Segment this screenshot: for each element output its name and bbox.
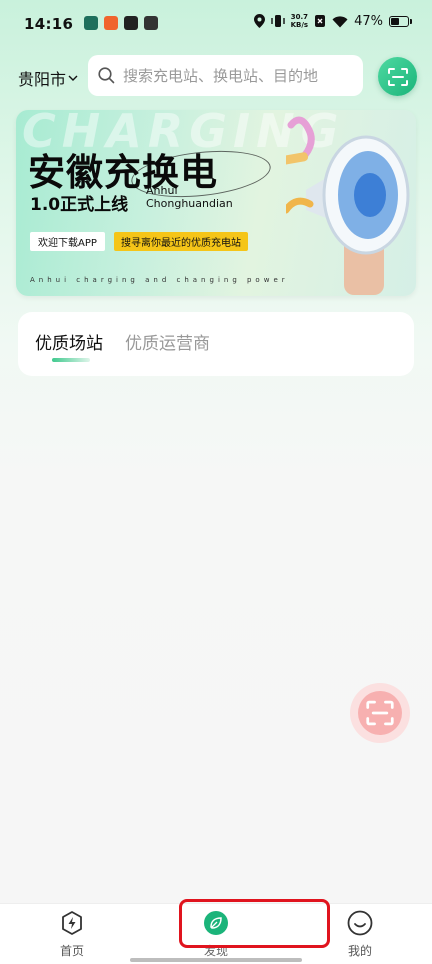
status-app-icons	[84, 16, 158, 30]
smile-icon	[347, 910, 373, 936]
megaphone-illustration	[286, 116, 410, 295]
battery-icon	[389, 15, 412, 27]
vibrate-icon	[270, 15, 285, 27]
net-speed-value: 30.7	[290, 13, 308, 21]
app-notification-icon	[144, 16, 158, 30]
station-tabs-card: 优质场站 优质运营商	[18, 312, 414, 376]
floating-scan-button[interactable]	[350, 683, 410, 743]
download-app-label: 欢迎下载APP	[30, 232, 105, 251]
tab-quality-stations[interactable]: 优质场站	[35, 329, 103, 354]
battery-percent: 47%	[354, 13, 383, 29]
nav-mine[interactable]: 我的	[330, 910, 390, 959]
find-station-label: 搜寻离你最近的优质充电站	[114, 232, 248, 251]
scan-icon	[366, 700, 394, 726]
search-bar[interactable]	[88, 55, 363, 96]
status-bar: 14:16 30.7 KB/s 47%	[0, 0, 432, 50]
annotation-highlight-box	[179, 899, 330, 948]
no-sim-icon	[315, 15, 326, 27]
city-selector[interactable]: 贵阳市	[18, 66, 78, 90]
nav-home[interactable]: 首页	[42, 910, 102, 959]
promo-banner[interactable]: CHARGING 安徽充换电 1.0正式上线 Anhui Chonghuandi…	[16, 110, 416, 296]
chevron-down-icon	[68, 75, 78, 81]
banner-en-line1: Anhui	[146, 184, 178, 197]
banner-english-name: Anhui Chonghuandian	[146, 184, 233, 210]
tab-quality-operators[interactable]: 优质运营商	[125, 329, 210, 354]
nav-home-label: 首页	[59, 944, 84, 958]
scan-button[interactable]	[378, 57, 417, 96]
banner-tagline: Anhui charging and changing power	[30, 276, 289, 284]
app-notification-icon	[104, 16, 118, 30]
net-speed-unit: KB/s	[290, 21, 309, 29]
banner-subtitle: 1.0正式上线	[30, 195, 129, 215]
location-icon	[253, 14, 265, 28]
home-indicator[interactable]	[130, 958, 302, 962]
mail-icon	[124, 16, 138, 30]
search-icon	[98, 67, 115, 84]
city-label: 贵阳市	[18, 70, 67, 89]
banner-en-line2: Chonghuandian	[146, 197, 233, 210]
status-time: 14:16	[24, 15, 74, 33]
nav-mine-label: 我的	[347, 944, 372, 958]
search-input[interactable]	[123, 66, 353, 85]
app-notification-icon	[84, 16, 98, 30]
active-tab-indicator	[52, 358, 90, 362]
net-speed: 30.7 KB/s	[291, 13, 308, 29]
scan-icon	[387, 67, 408, 86]
status-right: 30.7 KB/s 47%	[253, 13, 412, 29]
wifi-icon	[332, 15, 348, 27]
lightning-icon	[62, 911, 82, 935]
